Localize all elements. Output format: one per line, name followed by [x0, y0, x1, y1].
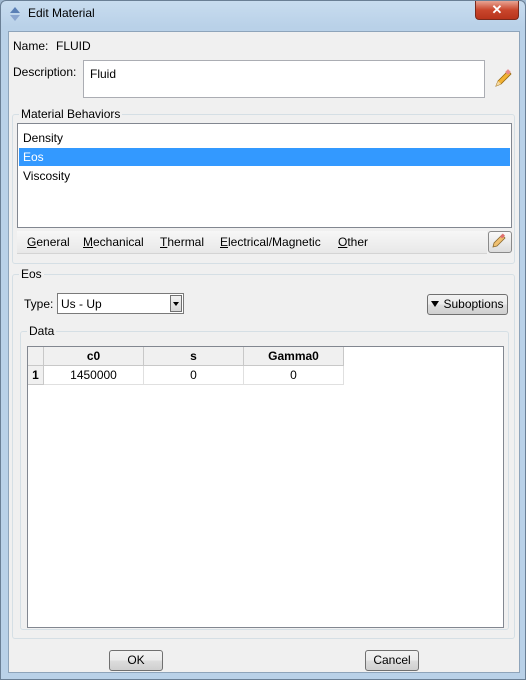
list-item-label: Density [23, 131, 64, 145]
pencil-icon[interactable] [492, 68, 514, 90]
type-value: Us - Up [61, 297, 102, 311]
menu-other[interactable]: Other [338, 235, 368, 249]
pencil-icon [492, 233, 506, 248]
list-item-label: Eos [23, 150, 44, 164]
table-cell[interactable]: 0 [144, 366, 244, 385]
edit-material-window: Edit Material ✕ Name: FLUID Description:… [0, 0, 526, 680]
edit-behavior-button[interactable] [488, 231, 512, 253]
list-item-viscosity[interactable]: Viscosity [19, 167, 510, 185]
behavior-menu-bar: General Mechanical Thermal Electrical/Ma… [17, 231, 487, 254]
list-item-density[interactable]: Density [19, 129, 510, 147]
menu-thermal[interactable]: Thermal [160, 235, 204, 249]
data-group-title: Data [27, 324, 57, 338]
description-label: Description: [13, 65, 77, 79]
eos-group-title: Eos [19, 267, 44, 281]
table-corner [28, 347, 44, 366]
type-dropdown[interactable]: Us - Up [57, 293, 184, 314]
type-label: Type: [24, 297, 54, 311]
name-value: FLUID [56, 39, 91, 53]
column-header-gamma0[interactable]: Gamma0 [244, 347, 344, 366]
description-value: Fluid [90, 67, 117, 81]
table-cell[interactable]: 0 [244, 366, 344, 385]
menu-mechanical[interactable]: Mechanical [83, 235, 144, 249]
suboptions-label: Suboptions [443, 297, 504, 311]
ok-button[interactable]: OK [109, 650, 163, 671]
triangle-down-icon [431, 301, 440, 307]
data-table[interactable]: c0 s Gamma0 1 1450000 0 0 [27, 346, 504, 628]
list-item-eos[interactable]: Eos [19, 148, 510, 166]
app-icon [10, 7, 20, 21]
column-header-c0[interactable]: c0 [44, 347, 144, 366]
close-button[interactable]: ✕ [475, 1, 519, 20]
menu-electrical-magnetic[interactable]: Electrical/Magnetic [220, 235, 321, 249]
row-header[interactable]: 1 [28, 366, 44, 385]
list-item-label: Viscosity [23, 169, 71, 183]
column-header-s[interactable]: s [144, 347, 244, 366]
description-field[interactable]: Fluid [83, 60, 485, 98]
suboptions-button[interactable]: Suboptions [427, 294, 508, 315]
dialog-body: Name: FLUID Description: Fluid Material … [8, 31, 520, 673]
material-behaviors-title: Material Behaviors [19, 107, 123, 121]
title-bar[interactable]: Edit Material ✕ [1, 1, 525, 27]
menu-general[interactable]: General [27, 235, 70, 249]
cancel-button[interactable]: Cancel [365, 650, 419, 671]
window-title: Edit Material [28, 6, 95, 20]
table-cell[interactable]: 1450000 [44, 366, 144, 385]
chevron-down-icon[interactable] [170, 295, 182, 312]
behaviors-list[interactable]: Density Eos Viscosity [17, 123, 512, 228]
name-label: Name: [13, 39, 49, 53]
